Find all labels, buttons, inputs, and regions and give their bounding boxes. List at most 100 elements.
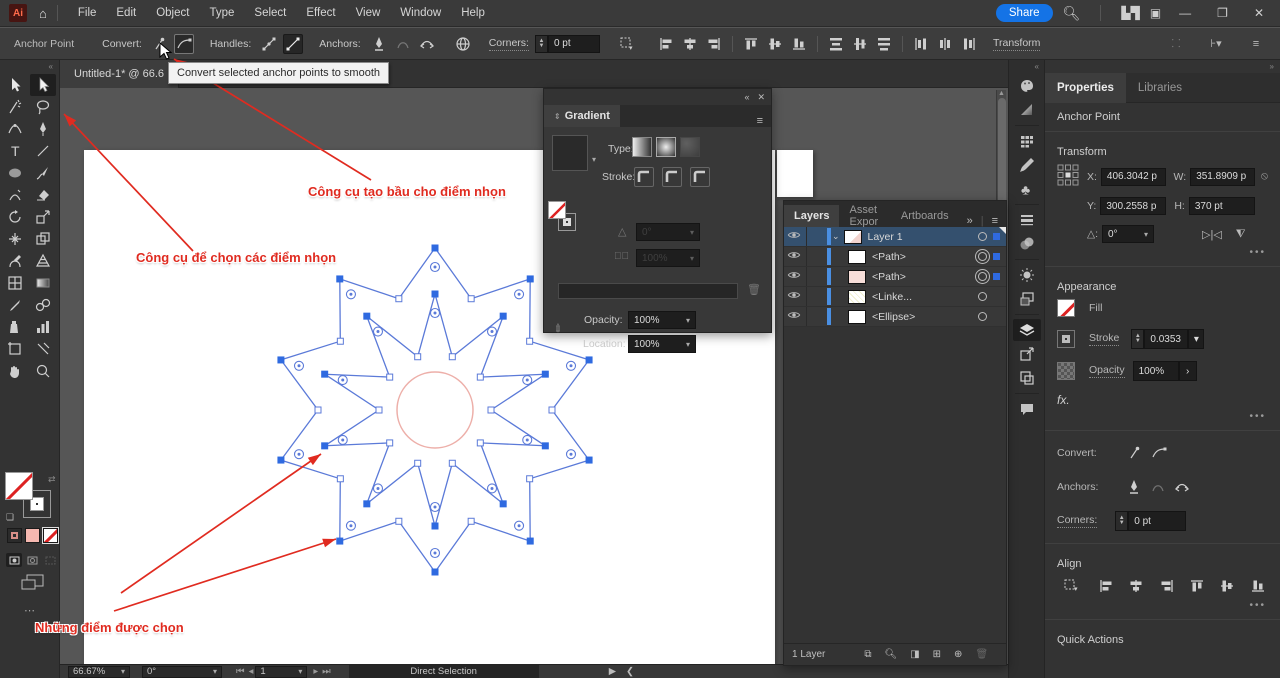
layers-menu-icon[interactable]: ≡ [992,215,998,227]
expand-properties-icon[interactable]: » [1045,60,1280,73]
align-dist-h3-button[interactable] [959,34,979,54]
opacity-field[interactable]: 100% [1133,361,1179,381]
menu-select[interactable]: Select [244,7,296,19]
unlink-dimensions-icon[interactable]: ⦸ [1261,170,1268,183]
layer-name[interactable]: Layer 1 [868,231,903,243]
panel-icon-stroke[interactable] [1013,209,1041,231]
tool-rotate[interactable] [2,206,28,228]
gradient-swatch-dropdown[interactable]: ▾ [592,155,596,164]
stroke-across-button[interactable] [690,167,710,187]
align-right-button[interactable] [704,34,724,54]
gradient-panel-tab[interactable]: ⇕Gradient [544,105,620,127]
panel-icon-graphic-styles[interactable] [1013,288,1041,310]
collapse-panel-icon[interactable]: « [744,92,749,102]
panel-icon-swatches[interactable] [1013,130,1041,152]
visibility-eye-icon[interactable] [784,288,804,305]
screen-mode-button[interactable] [21,574,45,595]
tool-mesh[interactable] [2,272,28,294]
rotation-angle-field[interactable]: 0°▾ [1102,225,1154,243]
tool-gradient[interactable] [30,272,56,294]
locate-object-icon[interactable]: 🔍︎ [885,649,898,660]
gradient-mode-button[interactable] [25,528,40,543]
draw-normal-button[interactable] [6,553,22,567]
tool-eyedropper[interactable] [2,294,28,316]
minimize-button[interactable]: — [1171,6,1199,20]
workspace-switcher-icon[interactable]: ▙▜ [1121,6,1139,20]
menu-effect[interactable]: Effect [296,7,345,19]
tool-scale[interactable] [30,206,56,228]
corners-stepper[interactable]: ▲▼ [535,35,548,53]
tab-asset-export[interactable]: Asset Expor [839,205,890,227]
snap-options-icon[interactable]: ⊦▾ [1202,34,1230,54]
tool-selection[interactable] [2,74,28,96]
props-convert-smooth-button[interactable] [1149,443,1169,463]
artboard-nav-field[interactable]: 1▾ [255,666,307,678]
tool-direct-selection[interactable] [30,74,56,96]
fill-color-swatch-none[interactable] [5,472,33,500]
panel-icon-gradient[interactable] [1013,233,1041,255]
layer-row[interactable]: <Path> [784,247,1006,267]
tab-properties[interactable]: Properties [1045,73,1126,103]
collapse-dock-icon[interactable]: « [1009,60,1044,73]
gradient-angle-field[interactable]: 0°▾ [636,223,700,241]
layer-name[interactable]: <Path> [872,251,906,263]
align-dist-h2-button[interactable] [935,34,955,54]
remove-anchor-button[interactable] [369,34,389,54]
zoom-level-field[interactable]: 66.67%▾ [68,666,130,678]
target-circle-icon[interactable] [978,292,987,301]
make-mask-icon[interactable]: ◨ [910,649,919,660]
reference-point-grid[interactable] [1057,164,1079,189]
layer-row[interactable]: <Linke... [784,287,1006,307]
illustrator-logo[interactable]: Ai [9,4,27,22]
gp-opacity-field[interactable]: 100%▾ [628,311,696,329]
swap-fill-stroke-icon[interactable]: ⇄ [48,474,56,485]
status-collapse-icon[interactable]: ❮ [626,666,634,677]
stroke-along-button[interactable] [662,167,682,187]
tool-shaper[interactable] [2,184,28,206]
visibility-eye-icon[interactable] [784,268,804,285]
gradient-eyedropper-icon[interactable]: ✐ [551,321,567,337]
props-corners-label[interactable]: Corners: [1057,514,1097,528]
opacity-link[interactable]: Opacity [1089,364,1125,378]
selection-indicator[interactable] [993,253,1000,260]
panel-icon-appearance[interactable] [1013,264,1041,286]
align-v-center-button[interactable] [1219,576,1235,596]
layer-name[interactable]: <Path> [872,271,906,283]
menu-type[interactable]: Type [199,7,244,19]
share-button[interactable]: Share [996,4,1053,22]
align-left-button[interactable] [1098,576,1114,596]
panel-icon-artboards[interactable] [1013,367,1041,389]
panel-icon-comments[interactable] [1013,398,1041,420]
status-play-icon[interactable]: ▶ [609,666,616,677]
tool-artboard[interactable] [2,338,28,360]
tab-libraries[interactable]: Libraries [1126,73,1194,103]
new-layer-icon[interactable]: ⊕ [954,649,962,660]
opacity-swatch[interactable] [1057,362,1075,380]
selection-indicator[interactable] [993,273,1000,280]
stroke-swatch[interactable] [1057,330,1075,348]
close-button[interactable]: ✕ [1246,6,1272,20]
close-panel-icon[interactable]: ✕ [757,92,765,103]
tool-symbol-sprayer[interactable] [2,316,28,338]
tool-type[interactable]: T [2,140,28,162]
panel-icon-symbols[interactable]: ♣ [1013,178,1041,200]
stroke-weight-dropdown[interactable]: ▾ [1188,329,1204,349]
restore-button[interactable]: ❐ [1209,6,1236,20]
corners-value-field[interactable]: 0 pt [548,35,600,53]
target-circle-icon[interactable] [978,232,987,241]
tool-lasso[interactable] [30,96,56,118]
h-field[interactable]: 370 pt [1189,197,1255,215]
stroke-within-button[interactable] [634,167,654,187]
cut-path-button[interactable] [417,34,437,54]
align-dist-v2-button[interactable] [850,34,870,54]
menu-edit[interactable]: Edit [106,7,146,19]
none-mode-button[interactable] [43,528,58,543]
props-corners-stepper[interactable]: ▲▼ [1115,511,1128,531]
menu-help[interactable]: Help [451,7,495,19]
touch-workspace-icon[interactable]: ⸬ [1166,34,1186,54]
align-right-button[interactable] [1158,576,1174,596]
target-circle-icon[interactable] [978,272,987,281]
color-mode-button[interactable] [7,528,22,543]
panel-icon-color-guide[interactable] [1013,99,1041,121]
tool-pen[interactable] [30,118,56,140]
